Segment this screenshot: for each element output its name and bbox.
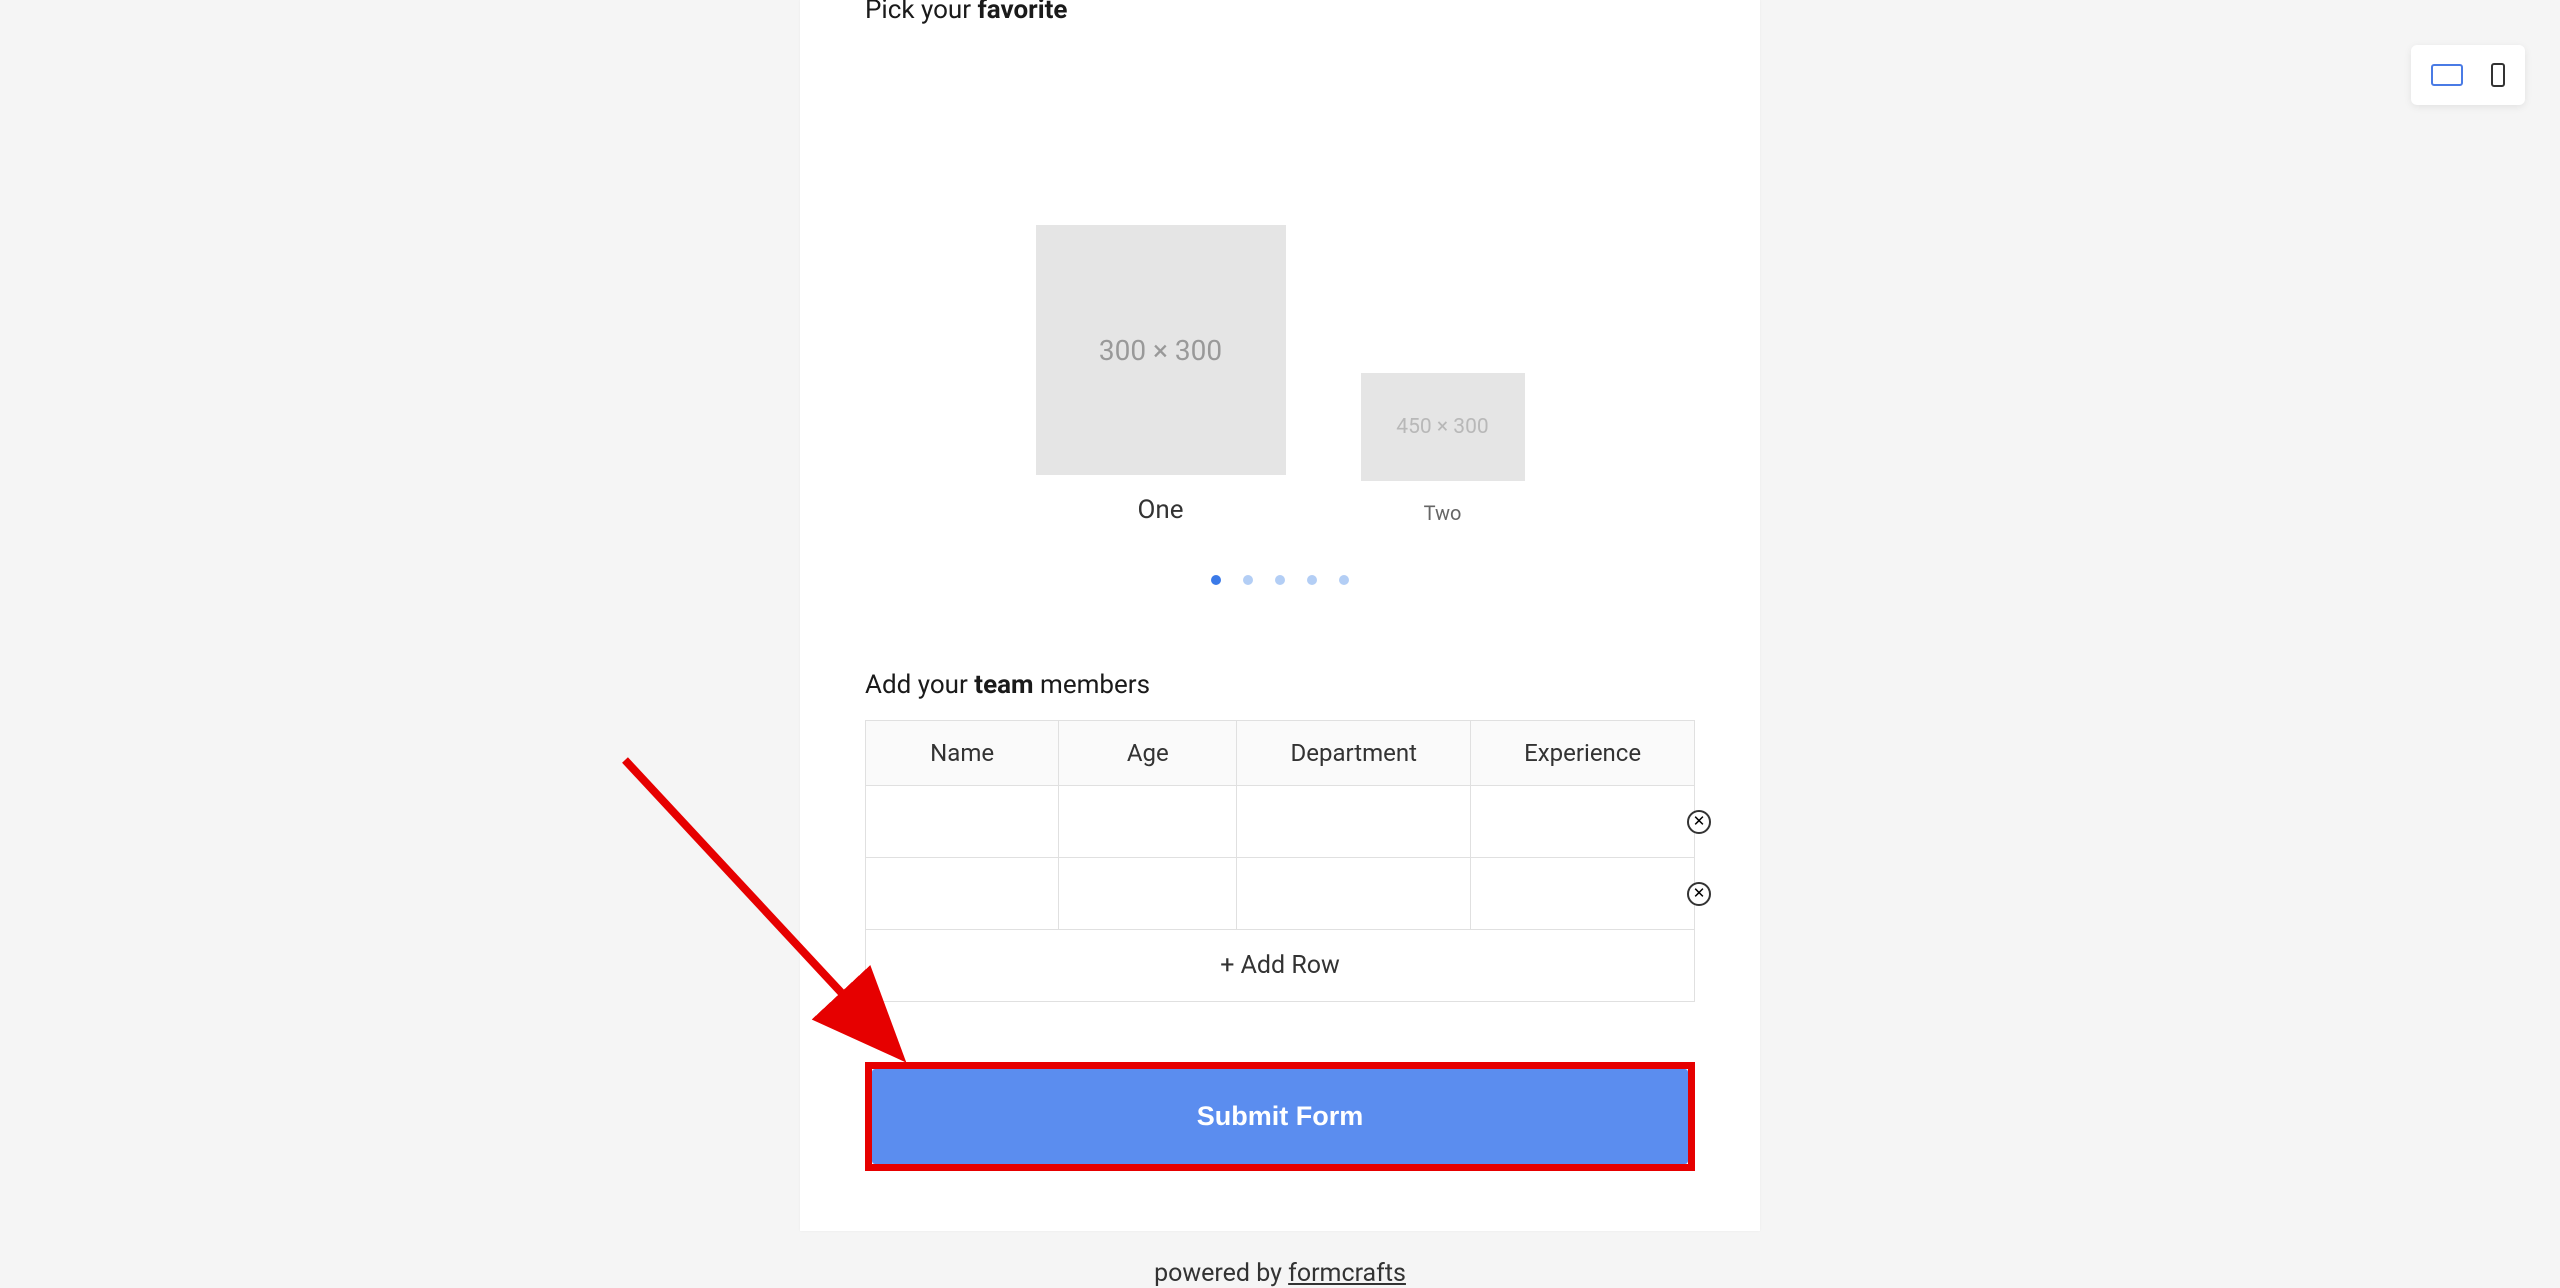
carousel-dot[interactable]: [1307, 575, 1317, 585]
close-icon: ✕: [1693, 814, 1706, 829]
carousel-dot[interactable]: [1275, 575, 1285, 585]
submit-button[interactable]: Submit Form: [872, 1069, 1688, 1164]
carousel-dot[interactable]: [1243, 575, 1253, 585]
carousel-caption: One: [1137, 495, 1183, 525]
favorite-carousel: 300 × 300 One 450 × 300 Two: [865, 225, 1695, 525]
table-header: Experience: [1471, 721, 1695, 786]
table-header: Name: [866, 721, 1059, 786]
submit-highlight: Submit Form: [865, 1062, 1695, 1171]
carousel-item[interactable]: 450 × 300 Two: [1361, 373, 1525, 525]
team-section: Add your team members Name Age Departmen…: [865, 670, 1695, 1002]
table-header: Age: [1059, 721, 1237, 786]
remove-row-button[interactable]: ✕: [1687, 810, 1711, 834]
table-cell[interactable]: [1059, 858, 1237, 930]
carousel-item[interactable]: 300 × 300 One: [1036, 225, 1286, 525]
image-placeholder: 450 × 300: [1361, 373, 1525, 481]
remove-row-button[interactable]: ✕: [1687, 882, 1711, 906]
table-cell[interactable]: [1059, 786, 1237, 858]
image-placeholder: 300 × 300: [1036, 225, 1286, 475]
form-container: Pick your favorite 300 × 300 One 450 × 3…: [800, 0, 1760, 1231]
table-cell[interactable]: [866, 786, 1059, 858]
close-icon: ✕: [1693, 886, 1706, 901]
table-cell[interactable]: [1237, 786, 1471, 858]
add-row[interactable]: + Add Row: [866, 930, 1695, 1002]
table-cell[interactable]: ✕: [1471, 858, 1695, 930]
carousel-caption: Two: [1424, 501, 1462, 525]
favorite-label: Pick your favorite: [865, 0, 1695, 25]
favorite-label-part1: Pick your: [865, 0, 978, 25]
team-label-part2: members: [1034, 670, 1150, 700]
carousel-dot[interactable]: [1211, 575, 1221, 585]
table-cell[interactable]: ✕: [1471, 786, 1695, 858]
favorite-section: Pick your favorite 300 × 300 One 450 × 3…: [865, 0, 1695, 585]
desktop-icon[interactable]: [2431, 64, 2463, 86]
device-toggle: [2411, 45, 2525, 105]
team-label-part1: Add your: [865, 670, 974, 700]
table-cell[interactable]: [866, 858, 1059, 930]
team-label-bold: team: [974, 670, 1033, 700]
carousel-dot[interactable]: [1339, 575, 1349, 585]
table-header-row: Name Age Department Experience: [866, 721, 1695, 786]
add-row-button[interactable]: + Add Row: [866, 930, 1695, 1002]
placeholder-text: 450 × 300: [1396, 415, 1488, 439]
carousel-dots: [865, 575, 1695, 585]
placeholder-text: 300 × 300: [1099, 334, 1222, 367]
team-label: Add your team members: [865, 670, 1695, 700]
favorite-label-bold: favorite: [978, 0, 1068, 25]
table-row: ✕: [866, 858, 1695, 930]
mobile-icon[interactable]: [2491, 63, 2505, 87]
table-cell[interactable]: [1237, 858, 1471, 930]
table-row: ✕: [866, 786, 1695, 858]
team-table: Name Age Department Experience ✕: [865, 720, 1695, 1002]
table-header: Department: [1237, 721, 1471, 786]
